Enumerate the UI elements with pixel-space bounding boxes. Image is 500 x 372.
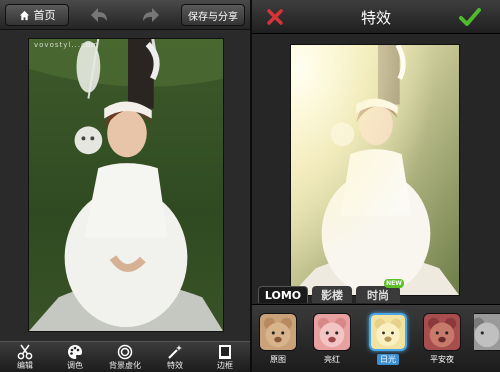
top-toolbar: 首页 保存与分享 — [0, 0, 250, 30]
palette-icon — [68, 345, 82, 359]
confirm-check-icon[interactable] — [459, 7, 481, 27]
filter-label: 原图 — [270, 355, 286, 364]
tool-label: 调色 — [67, 361, 83, 370]
tool-background-blur[interactable]: 背景虚化 — [100, 342, 150, 372]
filter-partial[interactable] — [474, 313, 500, 371]
filter-sunlight[interactable]: 日光 — [366, 313, 410, 371]
tab-lomo[interactable]: LOMO — [258, 286, 308, 303]
save-share-button[interactable]: 保存与分享 — [181, 4, 245, 26]
tool-effects[interactable]: 特效 — [150, 342, 200, 372]
tool-label: 边框 — [217, 361, 233, 370]
effect-preview — [290, 44, 460, 296]
scissors-icon — [17, 344, 33, 360]
bottom-toolbar: 编辑 调色 背景虚化 特效 边框 — [0, 341, 250, 372]
bear-thumbnail — [313, 313, 351, 351]
home-icon — [19, 10, 29, 20]
home-label: 首页 — [33, 9, 56, 22]
filter-category-tabs: LOMO 影楼 时尚 — [252, 286, 500, 304]
tab-fashion[interactable]: 时尚 — [356, 286, 400, 303]
filter-label: 日光 — [377, 354, 399, 365]
editor-panel: 首页 保存与分享 vovostyl...com 编辑 调色 背景虚化 特效 边框 — [0, 0, 250, 372]
redo-icon[interactable] — [140, 4, 162, 26]
tool-edit[interactable]: 编辑 — [0, 342, 50, 372]
bear-thumbnail — [369, 313, 407, 351]
filter-bright-red[interactable]: 亮红 — [310, 313, 354, 371]
effects-header: 特效 — [252, 0, 500, 34]
new-badge: NEW — [384, 279, 404, 288]
watermark: vovostyl...com — [34, 41, 99, 49]
filter-label: 亮红 — [324, 355, 340, 364]
tool-label: 编辑 — [17, 361, 33, 370]
filter-label: 平安夜 — [430, 355, 454, 364]
tool-frame[interactable]: 边框 — [200, 342, 250, 372]
tool-label: 背景虚化 — [109, 361, 141, 370]
bear-thumbnail — [423, 313, 461, 351]
target-icon — [117, 344, 133, 360]
frame-icon — [219, 345, 231, 359]
filter-strip: 原图 亮红 日光 平安夜 — [252, 304, 500, 372]
filter-original[interactable]: 原图 — [256, 313, 300, 371]
magic-wand-icon — [168, 345, 182, 359]
effects-panel: 特效 LOMO 影楼 时尚 NEW 原图 亮红 日光 平安夜 — [252, 0, 500, 372]
photo-preview — [28, 38, 224, 332]
tool-label: 特效 — [167, 361, 183, 370]
tool-color[interactable]: 调色 — [50, 342, 100, 372]
undo-icon[interactable] — [88, 4, 110, 26]
tab-studio[interactable]: 影楼 — [312, 286, 352, 303]
bear-thumbnail — [474, 313, 500, 351]
home-button[interactable]: 首页 — [5, 4, 69, 26]
bear-thumbnail — [259, 313, 297, 351]
filter-christmas-eve[interactable]: 平安夜 — [420, 313, 464, 371]
